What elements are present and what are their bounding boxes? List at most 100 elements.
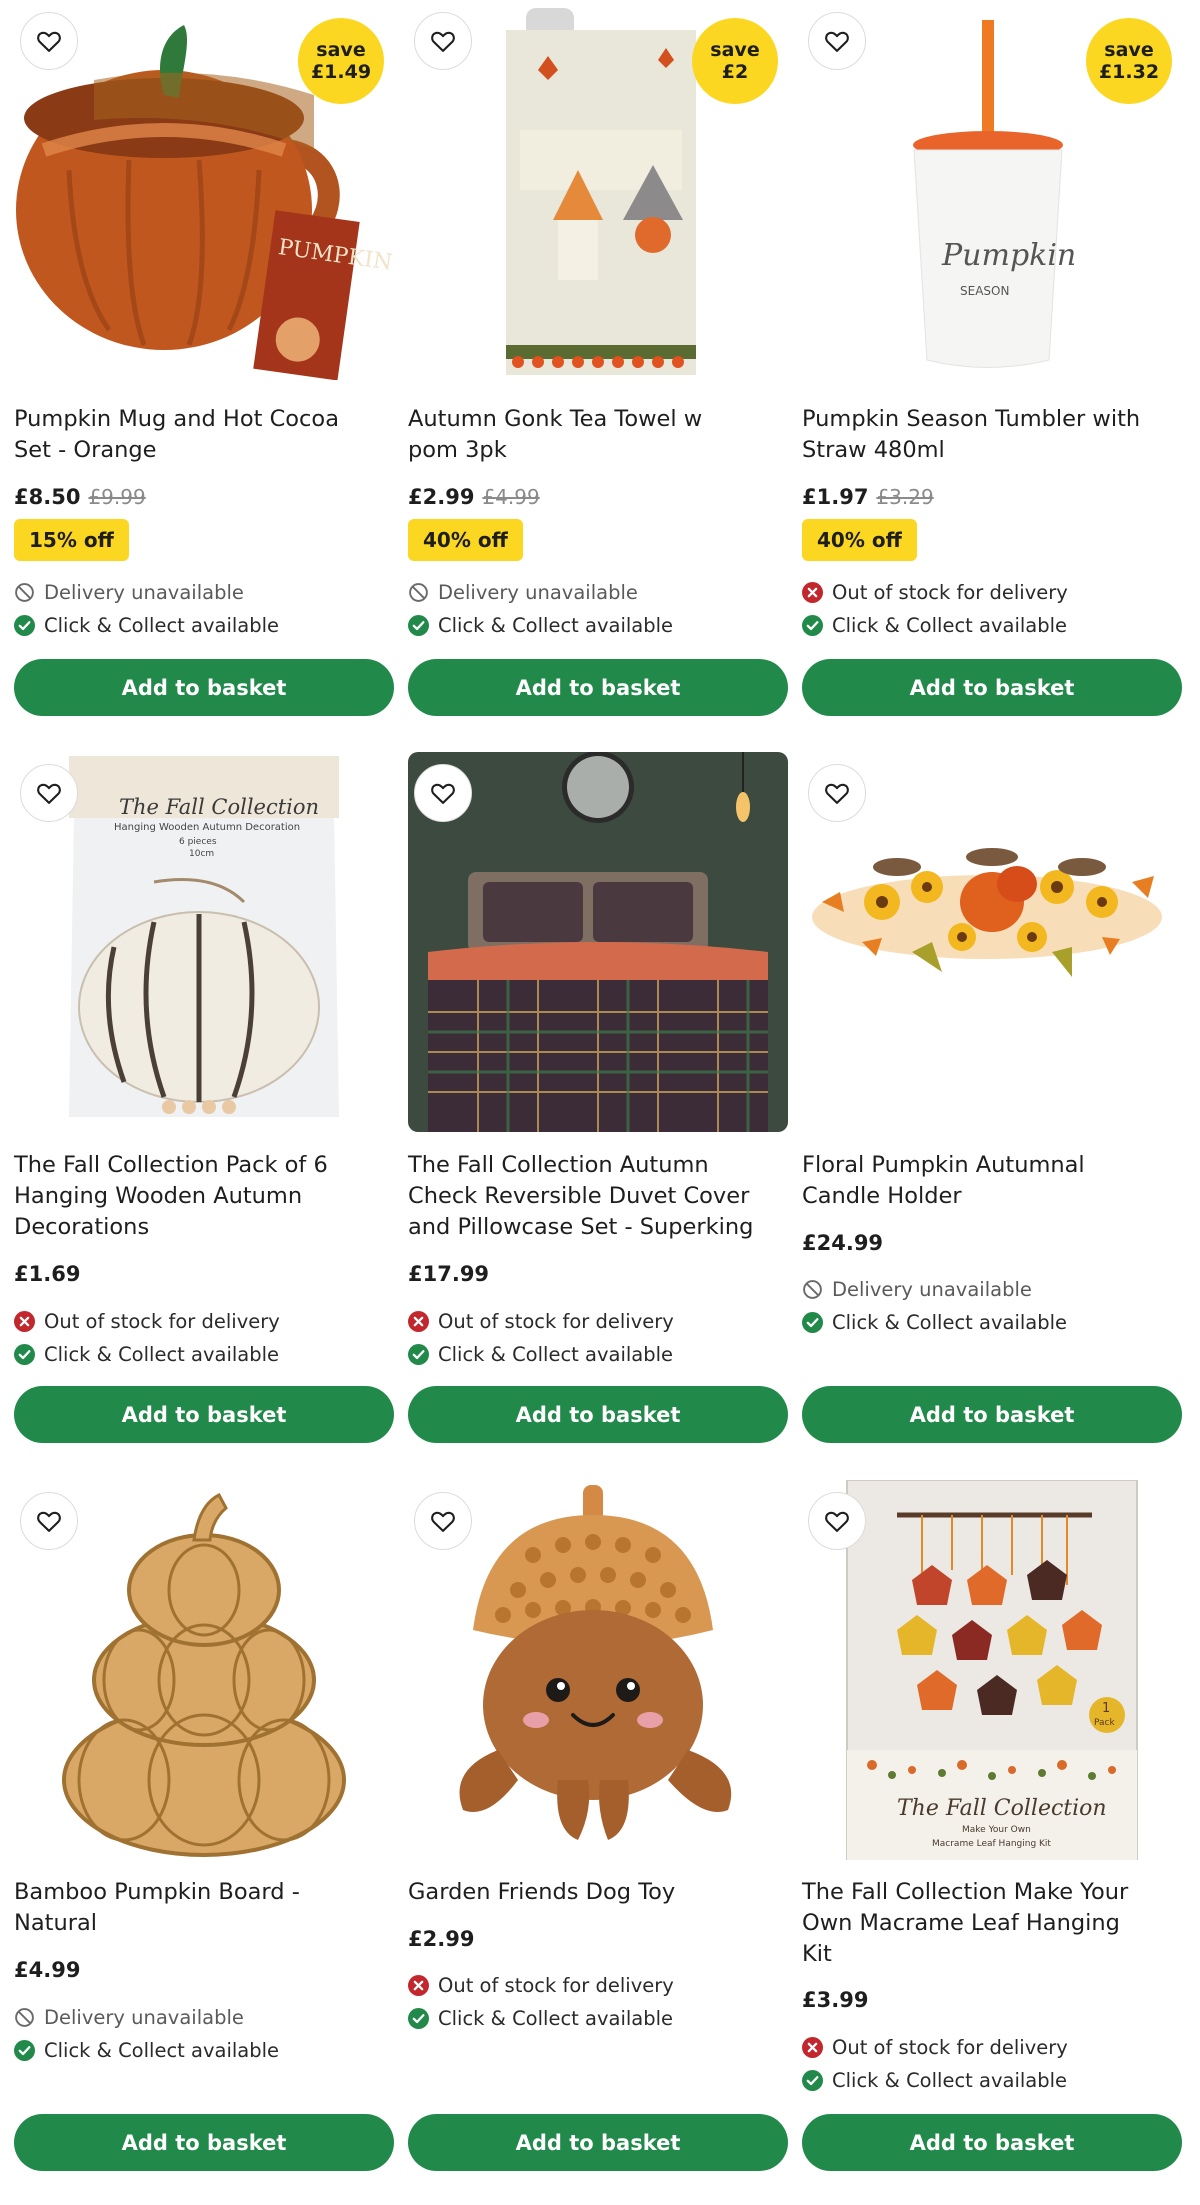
discount-badge: 40% off — [802, 519, 917, 561]
save-label: save — [1104, 39, 1154, 61]
product-title[interactable]: The Fall Collection Pack of 6 Hanging Wo… — [14, 1150, 374, 1243]
favourite-button[interactable] — [414, 1492, 472, 1550]
save-amount: £1.32 — [1098, 61, 1160, 83]
product-title[interactable]: Bamboo Pumpkin Board - Natural — [14, 1877, 374, 1939]
add-to-basket-button[interactable]: Add to basket — [14, 1386, 394, 1443]
add-to-basket-button[interactable]: Add to basket — [802, 1386, 1182, 1443]
product-title[interactable]: Autumn Gonk Tea Towel w pom 3pk — [408, 404, 768, 466]
collect-status-text: Click & Collect available — [832, 1311, 1068, 1334]
product-title[interactable]: The Fall Collection Make Your Own Macram… — [802, 1877, 1162, 1970]
collect-status-text: Click & Collect available — [44, 1343, 280, 1366]
product-title-line: Natural — [14, 1910, 97, 1936]
heart-icon — [429, 1507, 457, 1535]
product-title-line: Set - Orange — [14, 437, 157, 463]
pack-sub-text: Hanging Wooden Autumn Decoration — [114, 822, 300, 833]
price-row: £24.99 — [802, 1231, 883, 1255]
product-title-line: The Fall Collection Autumn — [408, 1152, 709, 1178]
add-to-basket-button[interactable]: Add to basket — [408, 2114, 788, 2171]
heart-icon — [823, 27, 851, 55]
add-to-basket-button[interactable]: Add to basket — [408, 659, 788, 716]
product-title-line: Pumpkin Mug and Hot Cocoa — [14, 406, 339, 432]
check-icon — [408, 1344, 429, 1365]
add-to-basket-button[interactable]: Add to basket — [408, 1386, 788, 1443]
check-icon — [802, 1312, 823, 1333]
product-title-line: The Fall Collection Pack of 6 — [14, 1152, 328, 1178]
price-row: £3.99 — [802, 1988, 868, 2012]
check-icon — [14, 1344, 35, 1365]
delivery-status-text: Delivery unavailable — [438, 581, 638, 604]
heart-icon — [823, 779, 851, 807]
product-title-line: Check Reversible Duvet Cover — [408, 1183, 750, 1209]
unavailable-icon — [14, 2007, 35, 2028]
price-row: £1.69 — [14, 1262, 80, 1286]
product-title[interactable]: Garden Friends Dog Toy — [408, 1877, 768, 1908]
product-title[interactable]: Pumpkin Mug and Hot Cocoa Set - Orange — [14, 404, 374, 466]
current-price: £8.50 — [14, 485, 81, 509]
unavailable-icon — [14, 582, 35, 603]
favourite-button[interactable] — [808, 764, 866, 822]
add-to-basket-button[interactable]: Add to basket — [14, 2114, 394, 2171]
favourite-button[interactable] — [20, 1492, 78, 1550]
save-amount: £1.49 — [310, 61, 372, 83]
collect-status: Click & Collect available — [14, 614, 279, 637]
delivery-status-text: Out of stock for delivery — [44, 1310, 280, 1333]
out-of-stock-icon — [408, 1975, 429, 1996]
delivery-status-text: Out of stock for delivery — [438, 1974, 674, 1997]
product-title-line: Own Macrame Leaf Hanging — [802, 1910, 1120, 1936]
delivery-status: Out of stock for delivery — [408, 1310, 674, 1333]
discount-badge: 15% off — [14, 519, 129, 561]
out-of-stock-icon — [14, 1311, 35, 1332]
product-title-line: Bamboo Pumpkin Board - — [14, 1879, 300, 1905]
product-title-line: Candle Holder — [802, 1183, 962, 1209]
heart-icon — [429, 779, 457, 807]
collect-status-text: Click & Collect available — [438, 614, 674, 637]
product-title[interactable]: Floral Pumpkin Autumnal Candle Holder — [802, 1150, 1162, 1212]
save-badge: save £1.32 — [1086, 18, 1172, 104]
product-title[interactable]: The Fall Collection Autumn Check Reversi… — [408, 1150, 768, 1243]
save-badge: save £2 — [692, 18, 778, 104]
delivery-status: Delivery unavailable — [14, 2006, 244, 2029]
kit-pack-text: 1 — [1102, 1701, 1110, 1716]
product-title-line: Kit — [802, 1941, 832, 1967]
product-title-line: pom 3pk — [408, 437, 507, 463]
was-price: £3.29 — [876, 485, 934, 509]
check-icon — [408, 2008, 429, 2029]
collect-status-text: Click & Collect available — [438, 2007, 674, 2030]
tumbler-text: SEASON — [960, 284, 1009, 298]
unavailable-icon — [408, 582, 429, 603]
was-price: £4.99 — [482, 485, 540, 509]
current-price: £2.99 — [408, 485, 475, 509]
delivery-status: Delivery unavailable — [408, 581, 638, 604]
favourite-button[interactable] — [20, 764, 78, 822]
product-title[interactable]: Pumpkin Season Tumbler with Straw 480ml — [802, 404, 1162, 466]
delivery-status-text: Delivery unavailable — [832, 1278, 1032, 1301]
add-to-basket-button[interactable]: Add to basket — [802, 659, 1182, 716]
favourite-button[interactable] — [808, 12, 866, 70]
current-price: £1.69 — [14, 1262, 81, 1286]
price-row: £2.99 — [408, 1927, 474, 1951]
delivery-status: Out of stock for delivery — [408, 1974, 674, 1997]
kit-sub-text: Macrame Leaf Hanging Kit — [932, 1839, 1051, 1849]
kit-sub-text: Make Your Own — [962, 1825, 1031, 1835]
favourite-button[interactable] — [20, 12, 78, 70]
price-row: £4.99 — [14, 1958, 80, 1982]
current-price: £1.97 — [802, 485, 869, 509]
add-to-basket-button[interactable]: Add to basket — [802, 2114, 1182, 2171]
collect-status-text: Click & Collect available — [44, 614, 280, 637]
add-to-basket-button[interactable]: Add to basket — [14, 659, 394, 716]
kit-title-text: The Fall Collection — [897, 1796, 1107, 1821]
discount-badge: 40% off — [408, 519, 523, 561]
out-of-stock-icon — [802, 582, 823, 603]
collect-status-text: Click & Collect available — [44, 2039, 280, 2062]
product-title-line: Autumn Gonk Tea Towel w — [408, 406, 703, 432]
save-amount: £2 — [721, 61, 749, 83]
delivery-status-text: Out of stock for delivery — [832, 2036, 1068, 2059]
delivery-status-text: Out of stock for delivery — [438, 1310, 674, 1333]
favourite-button[interactable] — [414, 12, 472, 70]
collect-status: Click & Collect available — [14, 1343, 279, 1366]
favourite-button[interactable] — [414, 764, 472, 822]
delivery-status: Out of stock for delivery — [802, 2036, 1068, 2059]
favourite-button[interactable] — [808, 1492, 866, 1550]
save-label: save — [710, 39, 760, 61]
delivery-status-text: Out of stock for delivery — [832, 581, 1068, 604]
